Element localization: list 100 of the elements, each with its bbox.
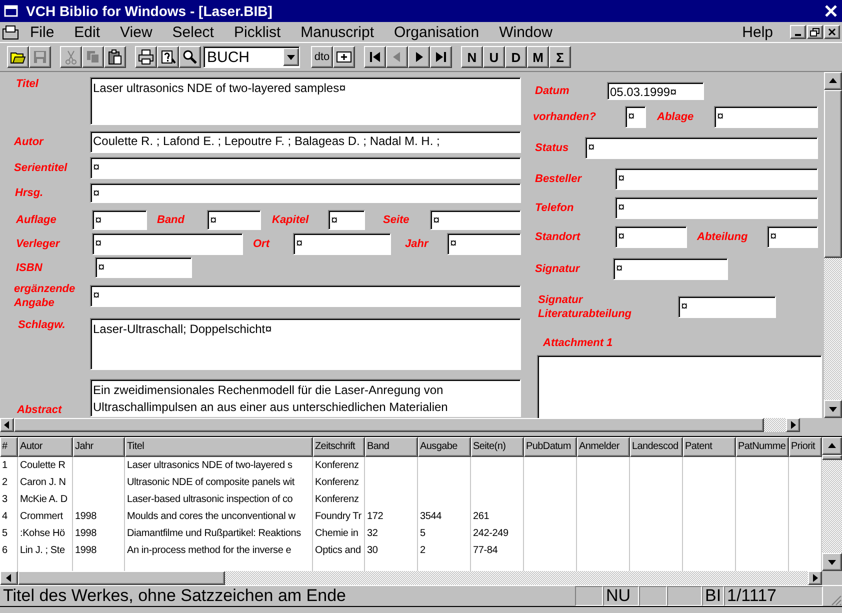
menu-item[interactable]: Manuscript — [290, 24, 384, 40]
table-cell: Caron J. N — [18, 474, 73, 491]
menu-item[interactable]: Window — [489, 24, 562, 40]
input-field[interactable]: ¤ — [328, 210, 365, 230]
column-header[interactable]: Band — [365, 437, 418, 457]
input-field[interactable]: ¤ — [90, 285, 521, 307]
input-field[interactable]: ¤ — [430, 210, 521, 230]
vertical-scrollbar[interactable] — [822, 437, 842, 571]
skip-last-icon — [433, 49, 449, 65]
column-header[interactable]: # — [0, 437, 18, 457]
table-cell: 77-84 — [471, 542, 524, 559]
caret-icon — [287, 53, 295, 61]
first-record-button[interactable] — [364, 46, 386, 68]
input-field[interactable]: ¤ — [625, 106, 646, 128]
menu-item[interactable]: Organisation — [384, 24, 490, 40]
vertical-scrollbar[interactable] — [824, 72, 842, 418]
table-cell: 172 — [365, 508, 418, 525]
printer-icon — [138, 49, 154, 65]
input-field[interactable]: ¤ — [207, 210, 261, 230]
field-label: Datum — [534, 84, 570, 98]
column-header[interactable]: Landescod — [630, 437, 683, 457]
column-header[interactable]: Anmelder — [577, 437, 630, 457]
column-header[interactable]: PubDatum — [524, 437, 577, 457]
print-button[interactable] — [135, 46, 157, 68]
table-cell: Coulette R — [18, 457, 73, 474]
toolbar-button[interactable]: Σ — [549, 46, 571, 68]
search-button[interactable] — [179, 46, 201, 68]
column-header[interactable]: Autor — [18, 437, 73, 457]
restore-button[interactable] — [807, 25, 823, 39]
input-field[interactable]: ¤ — [95, 257, 192, 278]
table-cell: Moulds and cores the unconventional w — [125, 508, 313, 525]
menu-item[interactable]: Select — [162, 24, 224, 40]
text-area[interactable] — [537, 355, 822, 418]
menu-item[interactable]: Edit — [64, 24, 110, 40]
input-field[interactable]: ¤ — [92, 210, 147, 230]
status-panel — [667, 586, 702, 606]
paste-button[interactable] — [104, 46, 126, 68]
type-dropdown[interactable]: BUCH — [203, 46, 300, 68]
last-record-button[interactable] — [430, 46, 452, 68]
menu-item[interactable]: File — [20, 24, 64, 40]
table-cell: Ultrasonic NDE of composite panels wit — [125, 474, 313, 491]
field-label: Telefon — [534, 201, 575, 215]
menu-item[interactable]: View — [110, 24, 162, 40]
menu-item[interactable]: Help — [732, 24, 783, 40]
table-cell: Chemie in — [313, 525, 365, 542]
menu-item[interactable]: Picklist — [224, 24, 291, 40]
column-header[interactable]: Priorit — [789, 437, 822, 457]
input-field[interactable]: ¤ — [90, 157, 521, 179]
column-header[interactable]: Seite(n) — [471, 437, 524, 457]
column-header[interactable]: PatNumme — [736, 437, 789, 457]
table-cell: 1 — [0, 457, 18, 474]
toolbar-button[interactable]: U — [483, 46, 505, 68]
field-label: Ort — [252, 237, 271, 251]
input-field[interactable]: ¤ — [714, 106, 818, 128]
input-field[interactable]: ¤ — [615, 226, 687, 248]
field-label: Verleger — [15, 237, 62, 251]
left-arrow-icon — [3, 421, 11, 429]
copy-icon — [85, 49, 101, 65]
input-field[interactable]: ¤ — [293, 233, 391, 255]
table-cell: Konferenz — [313, 491, 365, 508]
up-arrow-icon — [828, 442, 836, 450]
column-header[interactable]: Jahr — [73, 437, 125, 457]
add-record-button[interactable] — [333, 46, 355, 68]
column-header[interactable]: Titel — [125, 437, 313, 457]
toolbar-button[interactable]: M — [527, 46, 549, 68]
input-field[interactable]: ¤ — [767, 226, 818, 248]
column-header[interactable]: Ausgabe — [418, 437, 471, 457]
scrollbar-thumb[interactable] — [18, 571, 225, 585]
field-label: Hrsg. — [14, 186, 44, 200]
help-button[interactable] — [157, 46, 179, 68]
input-field[interactable]: ¤ — [615, 197, 818, 219]
input-field[interactable]: Coulette R. ; Lafond E. ; Lepoutre F. ; Balageas D. ; Nadal M. H. ; — [90, 131, 521, 153]
next-record-button[interactable] — [408, 46, 430, 68]
open-button[interactable] — [7, 46, 29, 68]
input-field[interactable]: ¤ — [585, 137, 818, 159]
scrollbar-thumb[interactable] — [824, 90, 842, 258]
input-field[interactable]: ¤ — [613, 258, 728, 280]
field-label: Abteilung — [696, 230, 749, 244]
table-cell: 30 — [365, 542, 418, 559]
toolbar-button[interactable]: N — [461, 46, 483, 68]
field-label: Serientitel — [14, 161, 68, 175]
minimize-button[interactable] — [790, 25, 806, 39]
input-field[interactable]: ¤ — [678, 296, 776, 318]
input-field[interactable]: ¤ — [447, 233, 521, 255]
close-button[interactable] — [824, 25, 840, 39]
column-header[interactable]: Patent — [683, 437, 736, 457]
text-area[interactable]: Ein zweidimensionales Rechenmodell für die Laser-Anregung von Ultraschallimpulsen an aus einer aus unterschiedlichen Materialien — [90, 379, 521, 417]
column-header[interactable]: Zeitschrift — [313, 437, 365, 457]
field-label: Ablage — [656, 110, 695, 124]
text-area[interactable]: Laser-Ultraschall; Doppelschicht¤ — [90, 318, 521, 370]
toolbar-button[interactable]: D — [505, 46, 527, 68]
input-field[interactable]: ¤ — [92, 233, 243, 255]
table-cell: 1998 — [73, 542, 125, 559]
field-label: Attachment 1 — [542, 336, 614, 350]
toolbar-button[interactable]: dto — [311, 46, 333, 68]
text-area[interactable]: Laser ultrasonics NDE of two-layered samples¤ — [90, 77, 521, 125]
input-field[interactable]: ¤ — [615, 168, 818, 190]
scrollbar-thumb[interactable] — [822, 455, 842, 460]
input-field[interactable]: ¤ — [90, 183, 521, 203]
input-field[interactable]: 05.03.1999¤ — [607, 82, 704, 100]
